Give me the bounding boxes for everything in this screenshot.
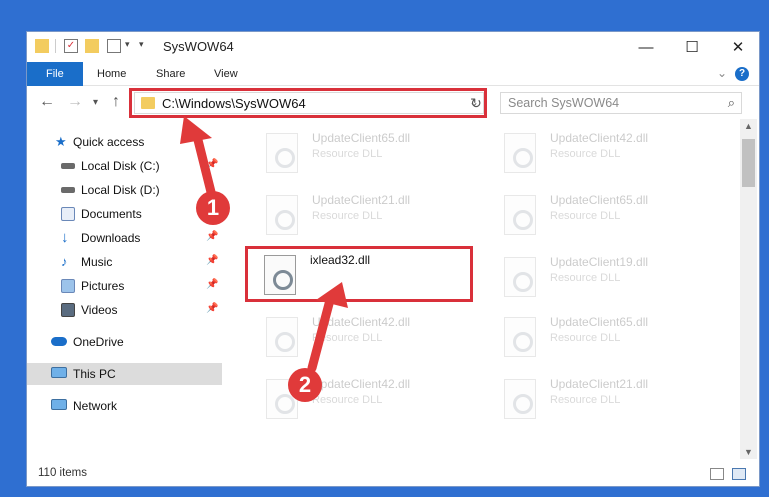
drive-icon [61,187,75,193]
minimize-button[interactable]: — [623,32,669,62]
navigation-bar: ← → ▾ ↑ C:\Windows\SysWOW64 ⌄ ↻ Search S… [27,87,759,119]
tab-home[interactable]: Home [87,62,136,86]
item-count: 110 items [38,467,88,479]
nav-downloads[interactable]: ↓ Downloads 📌 [27,227,222,249]
overflow-icon[interactable]: ▾ [139,39,149,53]
close-button[interactable]: ✕ [715,32,759,62]
search-icon: ⌕ [727,95,735,110]
pin-icon[interactable]: 📌 [206,255,218,266]
folder-icon [35,39,49,53]
network-icon [51,399,67,410]
forward-arrow-icon[interactable]: → [67,93,83,111]
up-arrow-icon[interactable]: ↑ [112,93,120,111]
cloud-icon [51,337,67,346]
computer-icon [51,367,67,378]
nav-pictures[interactable]: Pictures 📌 [27,275,222,297]
nav-network[interactable]: Network [27,395,222,417]
vertical-scrollbar[interactable]: ▲ ▼ [740,119,757,459]
dll-file-icon [266,317,298,357]
nav-onedrive[interactable]: OneDrive [27,331,222,353]
dll-file-icon [504,317,536,357]
explorer-window: ✓ ▾ ▾ SysWOW64 — ☐ ✕ File Home Share Vie… [26,31,760,487]
search-box[interactable]: Search SysWOW64 ⌕ [500,92,742,114]
file-tile[interactable]: UpdateClient65.dll Resource DLL [260,125,490,183]
help-icon[interactable]: ? [735,67,749,81]
ribbon-tabs: File Home Share View ⌄ ? [27,62,759,86]
pin-icon[interactable]: 📌 [206,159,218,170]
dll-file-icon [504,257,536,297]
customize-icon[interactable] [107,39,121,53]
scroll-down-icon[interactable]: ▼ [740,447,757,457]
nav-local-disk-c[interactable]: Local Disk (C:) 📌 [27,155,222,177]
expand-ribbon-icon[interactable]: ⌄ [717,66,727,80]
nav-quick-access[interactable]: ★ Quick access [27,131,222,153]
videos-icon [61,303,75,317]
dll-file-icon [504,195,536,235]
chevron-down-icon[interactable]: ▾ [125,39,135,53]
properties-icon[interactable]: ✓ [64,39,78,53]
file-highlight-box [245,246,473,302]
file-tile[interactable]: UpdateClient21.dll Resource DLL [260,187,490,245]
pin-icon[interactable]: 📌 [206,279,218,290]
step-1-badge: 1 [196,191,230,225]
tab-view[interactable]: View [204,62,248,86]
maximize-button[interactable]: ☐ [669,32,715,62]
large-icons-view-icon[interactable] [732,468,746,480]
status-bar: 110 items [27,462,759,486]
scroll-up-icon[interactable]: ▲ [740,121,757,131]
pin-icon[interactable]: 📌 [206,231,218,242]
address-highlight-box [129,88,487,118]
file-tile[interactable]: UpdateClient21.dll Resource DLL [498,371,728,429]
documents-icon [61,207,75,221]
step-2-badge: 2 [288,368,322,402]
dll-file-icon [266,133,298,173]
dll-file-icon [504,133,536,173]
details-view-icon[interactable] [710,468,724,480]
tab-share[interactable]: Share [146,62,195,86]
pictures-icon [61,279,75,293]
dll-file-icon [266,195,298,235]
back-arrow-icon[interactable]: ← [39,93,55,111]
file-tile[interactable]: UpdateClient42.dll Resource DLL [498,125,728,183]
nav-videos[interactable]: Videos 📌 [27,299,222,321]
file-tile[interactable]: UpdateClient65.dll Resource DLL [498,309,728,367]
scroll-thumb[interactable] [742,139,755,187]
nav-local-disk-d[interactable]: Local Disk (D:) [27,179,222,201]
file-tile[interactable]: UpdateClient19.dll Resource DLL [498,249,728,307]
new-folder-icon[interactable] [85,39,99,53]
nav-music[interactable]: ♪ Music 📌 [27,251,222,273]
divider [55,39,56,53]
pin-icon[interactable]: 📌 [206,303,218,314]
tab-file[interactable]: File [27,62,83,86]
nav-this-pc[interactable]: This PC [27,363,222,385]
star-icon: ★ [55,134,67,149]
title-bar: ✓ ▾ ▾ SysWOW64 — ☐ ✕ [27,32,759,62]
nav-documents[interactable]: Documents 📌 [27,203,222,225]
navigation-pane: ★ Quick access Local Disk (C:) 📌 Local D… [27,124,222,460]
music-icon: ♪ [61,254,68,269]
drive-icon [61,163,75,169]
window-title: SysWOW64 [163,39,234,54]
recent-locations-icon[interactable]: ▾ [93,97,98,108]
file-tile[interactable]: UpdateClient65.dll Resource DLL [498,187,728,245]
dll-file-icon [504,379,536,419]
download-icon: ↓ [61,229,69,246]
file-tile[interactable]: UpdateClient42.dll Resource DLL [260,309,490,367]
search-placeholder: Search SysWOW64 [508,96,620,110]
